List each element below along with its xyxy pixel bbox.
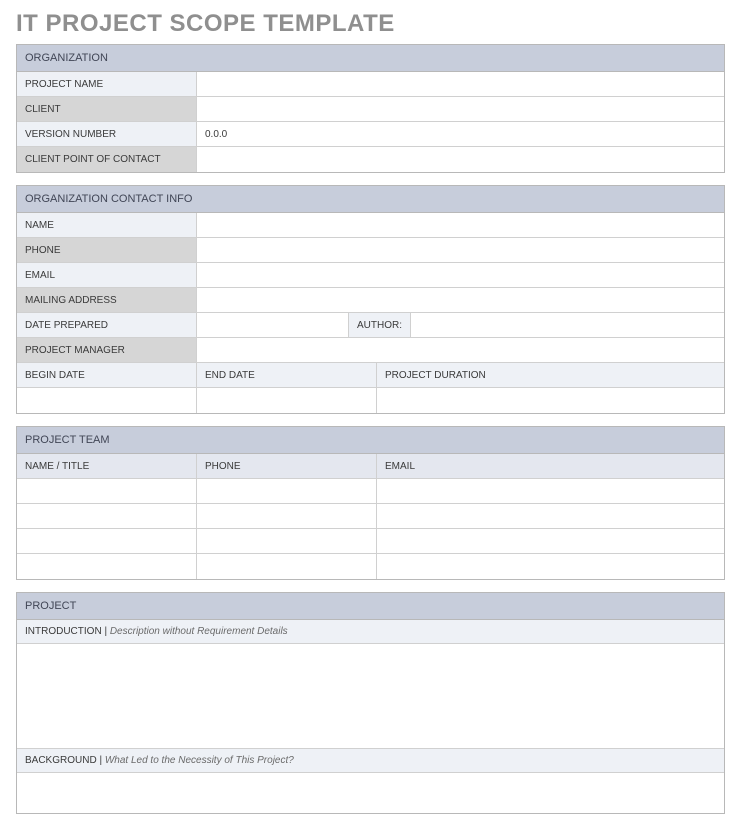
team-cell-name[interactable] — [17, 504, 197, 528]
label-contact-phone: PHONE — [17, 238, 197, 262]
contact-header: ORGANIZATION CONTACT INFO — [17, 186, 724, 213]
value-mailing-address[interactable] — [197, 288, 724, 312]
background-hint: What Led to the Necessity of This Projec… — [105, 755, 294, 766]
label-client: CLIENT — [17, 97, 197, 121]
team-cell-name[interactable] — [17, 554, 197, 579]
value-version-number[interactable]: 0.0.0 — [197, 122, 724, 146]
value-project-manager[interactable] — [197, 338, 724, 362]
team-header: PROJECT TEAM — [17, 427, 724, 454]
value-client-poc[interactable] — [197, 147, 724, 172]
contact-section: ORGANIZATION CONTACT INFO NAME PHONE EMA… — [16, 185, 725, 414]
introduction-strip: INTRODUCTION | Description without Requi… — [17, 620, 724, 644]
team-cell-phone[interactable] — [197, 479, 377, 503]
value-begin-date[interactable] — [17, 388, 197, 413]
value-contact-email[interactable] — [197, 263, 724, 287]
label-author: AUTHOR: — [349, 313, 411, 337]
background-strip: BACKGROUND | What Led to the Necessity o… — [17, 749, 724, 773]
introduction-label: INTRODUCTION | — [25, 626, 107, 637]
organization-header: ORGANIZATION — [17, 45, 724, 72]
team-cell-phone[interactable] — [197, 529, 377, 553]
background-value[interactable] — [17, 773, 724, 813]
label-project-name: PROJECT NAME — [17, 72, 197, 96]
label-date-prepared: DATE PREPARED — [17, 313, 197, 337]
team-cell-email[interactable] — [377, 529, 724, 553]
value-project-duration[interactable] — [377, 388, 724, 413]
team-cell-email[interactable] — [377, 479, 724, 503]
team-cell-name[interactable] — [17, 529, 197, 553]
team-col-name: NAME / TITLE — [17, 454, 197, 478]
team-cell-phone[interactable] — [197, 554, 377, 579]
value-project-name[interactable] — [197, 72, 724, 96]
organization-section: ORGANIZATION PROJECT NAME CLIENT VERSION… — [16, 44, 725, 173]
team-col-phone: PHONE — [197, 454, 377, 478]
team-cell-name[interactable] — [17, 479, 197, 503]
label-project-manager: PROJECT MANAGER — [17, 338, 197, 362]
introduction-value[interactable] — [17, 644, 724, 749]
value-date-prepared[interactable] — [197, 313, 349, 337]
label-version-number: VERSION NUMBER — [17, 122, 197, 146]
label-mailing-address: MAILING ADDRESS — [17, 288, 197, 312]
project-header: PROJECT — [17, 593, 724, 620]
team-cell-email[interactable] — [377, 554, 724, 579]
team-cell-email[interactable] — [377, 504, 724, 528]
background-label: BACKGROUND | — [25, 755, 102, 766]
label-begin-date: BEGIN DATE — [17, 363, 197, 387]
label-contact-email: EMAIL — [17, 263, 197, 287]
value-client[interactable] — [197, 97, 724, 121]
page-title: IT PROJECT SCOPE TEMPLATE — [16, 10, 725, 38]
value-author[interactable] — [411, 313, 724, 337]
value-contact-name[interactable] — [197, 213, 724, 237]
team-section: PROJECT TEAM NAME / TITLE PHONE EMAIL — [16, 426, 725, 580]
team-col-email: EMAIL — [377, 454, 724, 478]
label-client-poc: CLIENT POINT OF CONTACT — [17, 147, 197, 172]
label-project-duration: PROJECT DURATION — [377, 363, 724, 387]
value-contact-phone[interactable] — [197, 238, 724, 262]
label-end-date: END DATE — [197, 363, 377, 387]
introduction-hint: Description without Requirement Details — [110, 626, 288, 637]
team-cell-phone[interactable] — [197, 504, 377, 528]
label-contact-name: NAME — [17, 213, 197, 237]
value-end-date[interactable] — [197, 388, 377, 413]
project-section: PROJECT INTRODUCTION | Description witho… — [16, 592, 725, 814]
